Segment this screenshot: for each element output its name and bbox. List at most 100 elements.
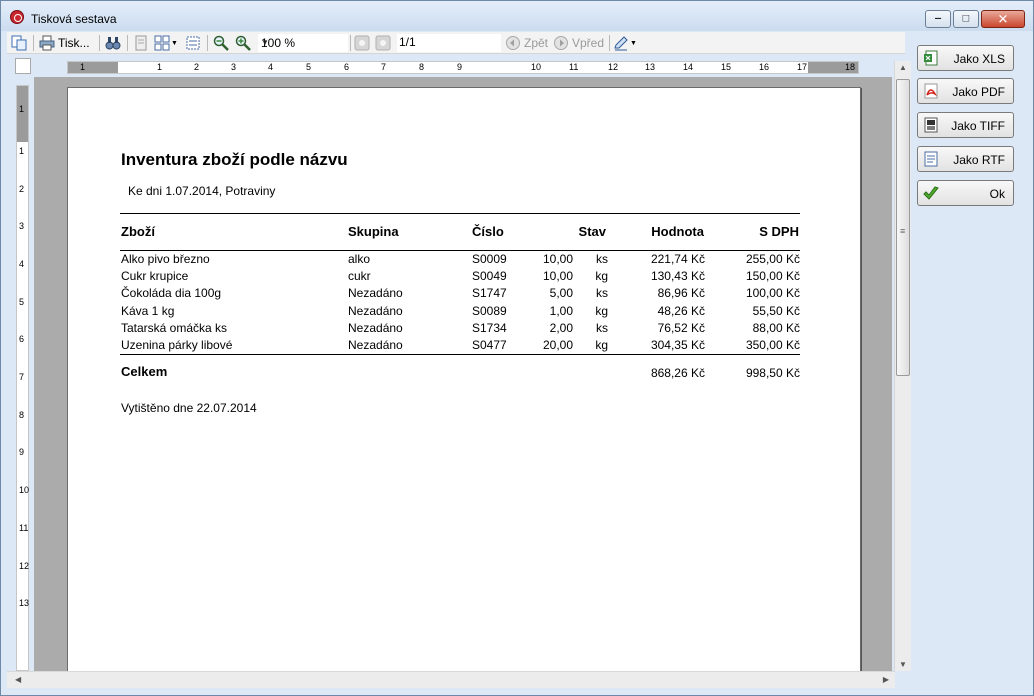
zoom-in-button[interactable] <box>235 34 251 52</box>
scroll-right-icon[interactable]: ▶ <box>883 675 889 684</box>
zoom-in-icon <box>235 35 251 51</box>
ruler-tick-label: 6 <box>344 62 350 72</box>
vertical-scroll-thumb[interactable]: ≡ <box>896 79 910 376</box>
ruler-tick-label: 2 <box>19 184 25 194</box>
multi-page-button[interactable]: ▼ <box>154 34 178 52</box>
print-button[interactable]: Tisk... <box>39 34 90 52</box>
binoculars-icon <box>105 37 121 50</box>
horizontal-scrollbar[interactable]: ◀ ▶ <box>7 671 895 688</box>
grid-pages-icon <box>154 35 170 51</box>
horizontal-ruler: 1 1 2 3 4 5 6 7 8 9 10 11 12 13 14 15 16 17 18 <box>67 61 859 74</box>
forward-button[interactable]: Vpřed <box>553 34 604 52</box>
row-group-cell: Nezadáno <box>348 338 403 352</box>
header-top-line <box>120 213 800 214</box>
forward-arrow-icon <box>554 36 568 50</box>
scroll-down-icon[interactable]: ▼ <box>899 660 907 669</box>
next-page-button[interactable] <box>375 34 391 52</box>
find-button[interactable] <box>105 34 121 52</box>
report-title: Inventura zboží podle názvu <box>121 150 348 169</box>
ruler-tick-label: 13 <box>19 598 30 608</box>
ruler-tick-label: 17 <box>797 62 808 72</box>
checkmark-icon <box>923 186 939 200</box>
row-qty-cell: 10,00 <box>542 252 573 266</box>
tiff-icon <box>924 117 938 133</box>
ok-label: Ok <box>989 187 1005 201</box>
zoom-out-button[interactable] <box>213 34 229 52</box>
row-unit-cell: ks <box>596 320 608 335</box>
ruler-tick-label: 9 <box>19 447 25 457</box>
page-number-field[interactable]: 1/1 <box>397 34 501 52</box>
ruler-tick-label: 16 <box>759 62 770 72</box>
row-qty-cell: 10,00 <box>542 269 573 284</box>
export-rtf-button[interactable]: Jako RTF <box>917 146 1014 172</box>
grip-icon: ≡ <box>900 226 906 236</box>
ruler-tick-label: 3 <box>231 62 237 72</box>
back-label: Zpět <box>524 36 549 50</box>
scroll-up-icon[interactable]: ▲ <box>899 63 907 72</box>
close-icon: ✕ <box>997 11 1009 27</box>
column-header-stock: Stav <box>578 224 606 239</box>
row-code-cell: S0477 <box>472 338 507 352</box>
ruler-tick-label: 14 <box>683 62 694 72</box>
export-tiff-button[interactable]: Jako TIFF <box>917 112 1014 138</box>
minimize-button[interactable]: ‒ <box>925 10 951 28</box>
row-unit-cell: kg <box>595 303 608 318</box>
ruler-tick-label: 1 <box>19 146 25 156</box>
row-group-cell: Nezadáno <box>348 320 403 335</box>
export-pdf-button[interactable]: Jako PDF <box>917 78 1014 104</box>
page-number-value: 1/1 <box>399 35 416 49</box>
title-bar: Tisková sestava ‒ □ ✕ <box>1 1 1033 31</box>
ruler-tick-label: 1 <box>80 62 86 72</box>
row-name-cell: Alko pivo březno <box>121 252 210 266</box>
row-group-cell: alko <box>348 252 371 266</box>
ruler-tick-label: 11 <box>19 523 29 533</box>
ruler-tick-label: 12 <box>608 62 619 72</box>
ruler-tick-label: 8 <box>419 62 425 72</box>
copy-button[interactable] <box>11 34 27 52</box>
column-header-group: Skupina <box>348 224 399 239</box>
row-name-cell: Čokoláda dia 100g <box>121 286 222 301</box>
rtf-icon <box>924 151 938 167</box>
ruler-tick-label: 10 <box>19 485 30 495</box>
ok-button[interactable]: Ok <box>917 180 1014 206</box>
scroll-left-icon[interactable]: ◀ <box>15 675 21 684</box>
row-qty-cell: 5,00 <box>549 286 573 301</box>
row-group-cell: cukr <box>348 269 371 284</box>
prev-page-button[interactable] <box>354 34 370 52</box>
prev-page-icon <box>354 35 370 51</box>
row-group-cell: Nezadáno <box>348 303 403 318</box>
maximize-icon: □ <box>962 12 970 25</box>
row-vat-cell: 88,00 Kč <box>752 320 800 335</box>
ruler-tick-label: 7 <box>381 62 387 72</box>
page-setup-button[interactable] <box>185 34 201 52</box>
app-logo-icon <box>10 10 24 24</box>
ruler-tick-label: 10 <box>531 62 542 72</box>
vertical-scrollbar[interactable]: ▲ ≡ ▼ <box>894 61 911 671</box>
total-vat: 998,50 Kč <box>745 366 800 380</box>
maximize-button[interactable]: □ <box>953 10 979 28</box>
total-label: Celkem <box>121 364 168 379</box>
ruler-tick-label: 7 <box>19 372 25 382</box>
row-qty-cell: 20,00 <box>542 338 573 352</box>
edit-button[interactable]: ▼ <box>613 34 637 52</box>
row-value-cell: 76,52 Kč <box>657 320 705 335</box>
total-value: 868,26 Kč <box>650 366 705 380</box>
printer-icon <box>39 35 55 51</box>
single-page-button[interactable] <box>133 34 149 52</box>
zoom-select[interactable]: 100 % ▼ <box>258 34 348 52</box>
close-button[interactable]: ✕ <box>981 10 1025 28</box>
margins-icon <box>186 36 200 50</box>
zoom-out-icon <box>213 35 229 51</box>
export-xls-label: Jako XLS <box>953 52 1005 66</box>
chevron-down-icon: ▼ <box>261 38 269 47</box>
row-unit-cell: kg <box>595 269 608 284</box>
ruler-tick-label: 5 <box>306 62 312 72</box>
report-subtitle: Ke dni 1.07.2014, Potraviny <box>128 184 276 198</box>
ruler-tick-label: 15 <box>721 62 732 72</box>
preview-area[interactable]: Inventura zboží podle názvu Ke dni 1.07.… <box>34 77 892 671</box>
ruler-tick-label: 3 <box>19 221 25 231</box>
export-xls-button[interactable]: Jako XLS <box>917 45 1014 71</box>
back-button[interactable]: Zpět <box>505 34 548 52</box>
window-title: Tisková sestava <box>31 12 117 26</box>
row-value-cell: 221,74 Kč <box>650 252 705 266</box>
